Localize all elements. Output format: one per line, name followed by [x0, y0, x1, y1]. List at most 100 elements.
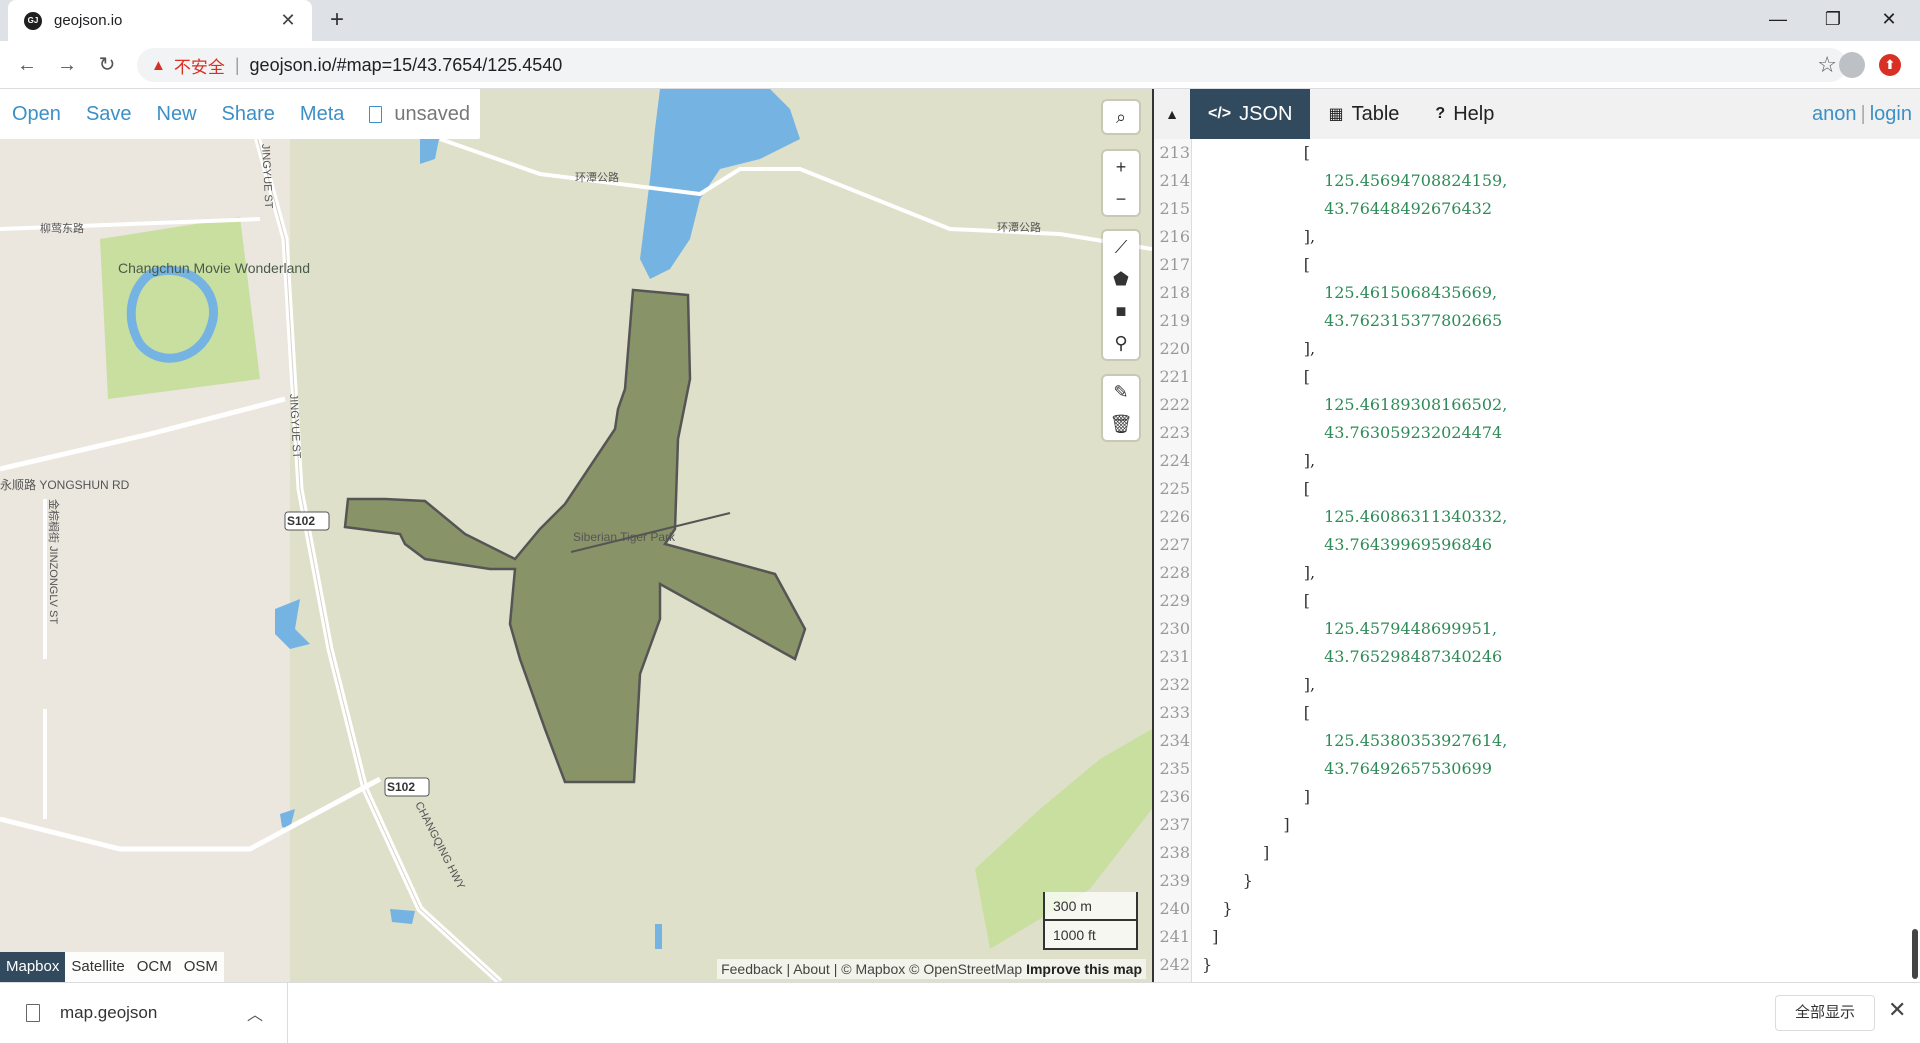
code-line: 235 43.76492657530699: [1154, 755, 1920, 783]
line-number: 216: [1159, 227, 1190, 246]
geojson-top-menu: Open Save New Share Meta unsaved: [0, 89, 481, 139]
bookmark-star-icon[interactable]: ☆: [1817, 52, 1837, 78]
line-number: 217: [1159, 255, 1190, 274]
map-label-yongshun: 永顺路 YONGSHUN RD: [0, 477, 130, 492]
tab-help-label: Help: [1453, 102, 1495, 125]
layer-satellite[interactable]: Satellite: [65, 952, 131, 982]
code-text: [: [1202, 143, 1310, 162]
draw-rectangle-icon[interactable]: ■: [1103, 295, 1139, 327]
zoom-out-icon[interactable]: −: [1103, 183, 1139, 215]
menu-save[interactable]: Save: [86, 103, 132, 126]
close-window-button[interactable]: ✕: [1876, 6, 1902, 32]
draw-control: ⟋ ⬟ ■ ⚲: [1103, 231, 1139, 359]
line-number: 225: [1159, 479, 1190, 498]
minimize-window-button[interactable]: —: [1765, 6, 1791, 32]
collapse-pane-icon[interactable]: ▲: [1154, 89, 1190, 139]
line-number: 224: [1159, 451, 1190, 470]
anon-link[interactable]: anon: [1812, 103, 1857, 125]
geocoder-control: ⌕: [1103, 101, 1139, 133]
search-icon[interactable]: ⌕: [1103, 101, 1139, 133]
code-text: 125.45694708824159,: [1202, 171, 1508, 190]
layer-osm[interactable]: OSM: [177, 952, 224, 982]
attribution-mapbox-link[interactable]: © Mapbox: [841, 961, 905, 977]
layer-ocm[interactable]: OCM: [130, 952, 178, 982]
draw-marker-icon[interactable]: ⚲: [1103, 327, 1139, 359]
menu-new[interactable]: New: [157, 103, 197, 126]
layer-mapbox[interactable]: Mapbox: [0, 952, 66, 982]
maximize-window-button[interactable]: ❐: [1820, 6, 1846, 32]
line-number: 230: [1159, 619, 1190, 638]
code-text: ]: [1202, 815, 1290, 834]
draw-line-icon[interactable]: ⟋: [1103, 231, 1139, 263]
code-text: 125.46086311340332,: [1202, 507, 1508, 526]
tab-table[interactable]: ▦ Table: [1310, 89, 1417, 139]
back-arrow-icon[interactable]: ←: [14, 52, 40, 78]
editor-scrollbar[interactable]: [1912, 929, 1918, 979]
code-text: ]: [1202, 927, 1219, 946]
map-label-huantan-east: 环潭公路: [997, 221, 1041, 234]
attribution-osm-link[interactable]: © OpenStreetMap: [909, 961, 1022, 977]
code-line: 219 43.762315377802665: [1154, 307, 1920, 335]
geojson-favicon-icon: GJ: [24, 11, 42, 30]
code-line: 213 [: [1154, 139, 1920, 167]
edit-layers-icon[interactable]: ✎: [1103, 376, 1139, 408]
code-line: 231 43.765298487340246: [1154, 643, 1920, 671]
line-number: 240: [1159, 899, 1190, 918]
code-text: 43.763059232024474: [1202, 423, 1503, 442]
code-line: 225 [: [1154, 475, 1920, 503]
url-text[interactable]: geojson.io/#map=15/43.7654/125.4540: [250, 55, 563, 76]
reload-icon[interactable]: ↻: [94, 52, 120, 78]
line-number: 237: [1159, 815, 1190, 834]
json-editor[interactable]: 213 [214 125.45694708824159, 215 43.76448…: [1154, 139, 1920, 982]
forward-arrow-icon[interactable]: →: [54, 52, 80, 78]
user-links-separator: |: [1860, 103, 1866, 125]
code-line: 224 ],: [1154, 447, 1920, 475]
code-text: }: [1202, 871, 1253, 890]
draw-polygon-icon[interactable]: ⬟: [1103, 263, 1139, 295]
tab-title: geojson.io: [54, 12, 123, 29]
login-link[interactable]: login: [1870, 103, 1912, 125]
show-all-downloads-button[interactable]: 全部显示: [1775, 995, 1875, 1031]
tab-close-icon[interactable]: ✕: [278, 10, 298, 31]
code-line: 238 ]: [1154, 839, 1920, 867]
downloads-bar: map.geojson ︿ 全部显示 ✕: [0, 982, 1920, 1043]
code-text: 43.76448492676432: [1202, 199, 1493, 218]
line-number: 222: [1159, 395, 1190, 414]
tab-json[interactable]: </> JSON: [1190, 89, 1311, 139]
profile-avatar-icon[interactable]: [1839, 52, 1865, 78]
chevron-up-icon[interactable]: ︿: [247, 1001, 263, 1025]
insecure-label[interactable]: 不安全: [174, 53, 225, 78]
map-canvas[interactable]: Changchun Movie Wonderland 永顺路 YONGSHUN …: [0, 89, 1152, 982]
code-text: }: [1202, 899, 1233, 918]
address-bar[interactable]: ▲ 不安全 | geojson.io/#map=15/43.7654/125.4…: [137, 48, 1847, 82]
zoom-in-icon[interactable]: +: [1103, 151, 1139, 183]
park-area: [100, 217, 260, 399]
code-line: 233 [: [1154, 699, 1920, 727]
download-item[interactable]: map.geojson ︿: [0, 983, 288, 1043]
extension-icon[interactable]: ⬆: [1879, 54, 1901, 76]
attribution-improve-link[interactable]: Improve this map: [1026, 961, 1142, 977]
menu-share[interactable]: Share: [222, 103, 275, 126]
attribution-feedback-link[interactable]: Feedback: [721, 961, 782, 977]
line-number: 213: [1159, 143, 1190, 162]
browser-tab[interactable]: GJ geojson.io ✕: [8, 0, 312, 41]
new-tab-button[interactable]: +: [324, 8, 350, 34]
close-downloads-icon[interactable]: ✕: [1888, 997, 1906, 1023]
attribution-about-link[interactable]: About: [793, 961, 830, 977]
menu-meta[interactable]: Meta: [300, 103, 344, 126]
code-line: 234 125.45380353927614,: [1154, 727, 1920, 755]
file-icon: [26, 1004, 40, 1022]
code-line: 242}: [1154, 951, 1920, 979]
edit-control: ✎ 🗑: [1103, 376, 1139, 440]
line-number: 242: [1159, 955, 1190, 974]
code-text: 125.45380353927614,: [1202, 731, 1508, 750]
map-attribution: Feedback | About | © Mapbox © OpenStreet…: [717, 959, 1146, 979]
code-line: 216 ],: [1154, 223, 1920, 251]
menu-open[interactable]: Open: [12, 103, 61, 126]
pane-tab-bar: ▲ </> JSON ▦ Table ? Help anon | login: [1154, 89, 1920, 139]
code-text: ]: [1202, 787, 1310, 806]
tab-help[interactable]: ? Help: [1417, 89, 1512, 139]
delete-layers-icon[interactable]: 🗑: [1103, 408, 1139, 440]
map-label-jinzonglv: 金棕榈街 JINZONGLV ST: [47, 499, 61, 624]
code-line: 239 }: [1154, 867, 1920, 895]
